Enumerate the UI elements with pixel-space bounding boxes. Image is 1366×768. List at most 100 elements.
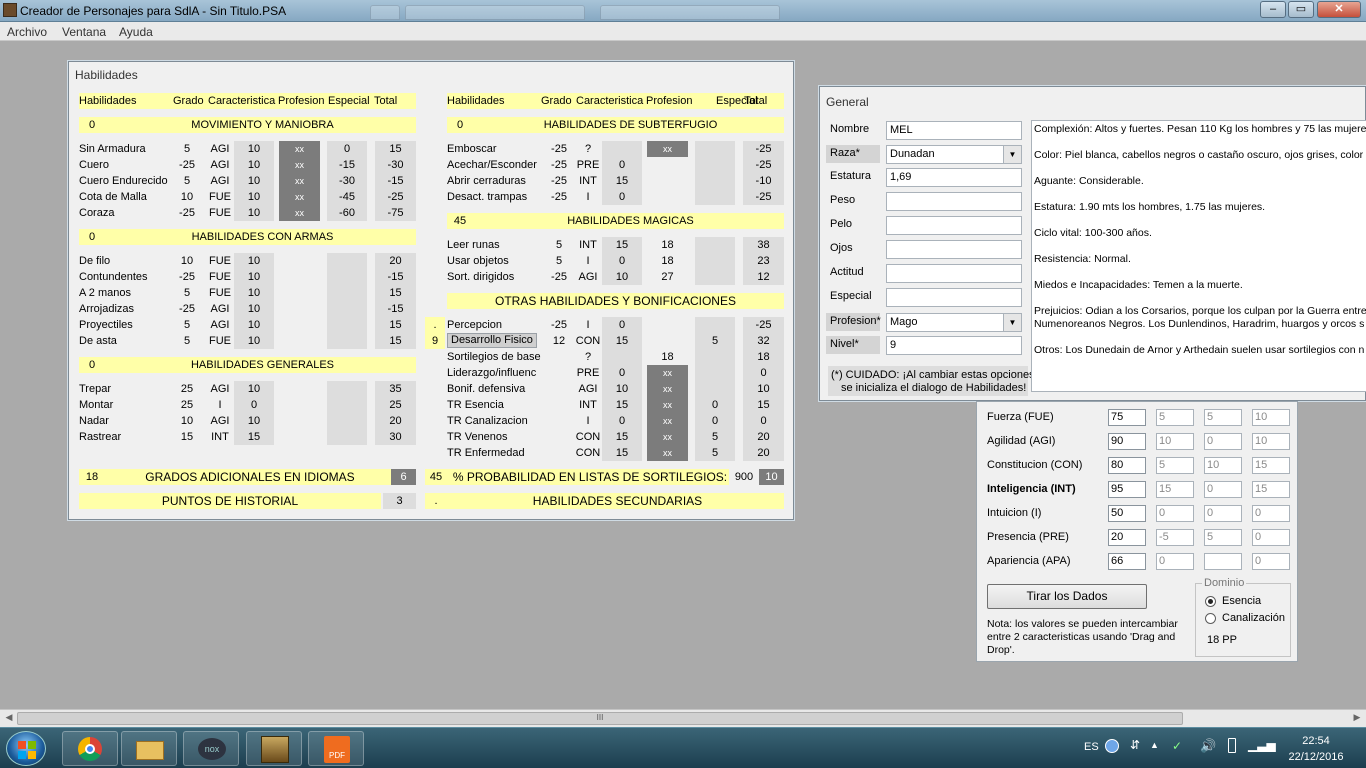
- skill-grade[interactable]: -25: [545, 157, 573, 173]
- skill-grade[interactable]: [545, 429, 573, 445]
- language-indicator[interactable]: ES: [1084, 741, 1099, 753]
- menu-ayuda[interactable]: Ayuda: [119, 25, 153, 39]
- title-bar: Creador de Personajes para SdlA - Sin Ti…: [0, 0, 1366, 22]
- skill-grade[interactable]: -25: [173, 269, 201, 285]
- skill-grade[interactable]: 5: [173, 317, 201, 333]
- skill-characteristic: FUE: [209, 255, 231, 267]
- field-especial-input[interactable]: [886, 288, 1022, 307]
- skill-name[interactable]: Desarrollo Fisico: [447, 333, 537, 348]
- stat-value-input[interactable]: 66: [1108, 553, 1146, 570]
- clock-time[interactable]: 22:54: [1285, 735, 1347, 747]
- description-line: Otros: Los Dunedain de Arnor y Arthedain…: [1034, 344, 1365, 356]
- skill-profesion: 0: [618, 255, 626, 267]
- skill-profesion: 10: [247, 383, 261, 395]
- help-icon[interactable]: [1105, 739, 1119, 753]
- volume-icon[interactable]: 🔊: [1200, 738, 1216, 754]
- skill-characteristic: PRE: [576, 367, 600, 379]
- restore-button[interactable]: ▭: [1288, 1, 1314, 18]
- stat-value-input[interactable]: 75: [1108, 409, 1146, 426]
- skill-grade[interactable]: 10: [173, 413, 201, 429]
- updown-icon[interactable]: ⇵: [1130, 738, 1140, 752]
- chrome-icon[interactable]: [62, 731, 118, 766]
- field-pelo-input[interactable]: [886, 216, 1022, 235]
- game-icon[interactable]: [246, 731, 302, 766]
- skill-grade[interactable]: 5: [173, 173, 201, 189]
- scroll-right-arrow[interactable]: ▶: [1350, 712, 1364, 723]
- skill-grade[interactable]: -25: [545, 269, 573, 285]
- column-header: Habilidades: [447, 95, 505, 107]
- skill-name: Nadar: [79, 415, 109, 427]
- taskbar: nox PDF ES ⇵ ▲ ✓ 🔊 ▁▃▅ 22:54 22/12/2016: [0, 727, 1366, 768]
- canalizacion-radio[interactable]: [1205, 613, 1216, 624]
- horizontal-scrollbar[interactable]: ◀ III ▶: [0, 709, 1366, 727]
- clock-date[interactable]: 22/12/2016: [1285, 751, 1347, 763]
- stat-value-input[interactable]: 20: [1108, 529, 1146, 546]
- field-estatura-input[interactable]: 1,69: [886, 168, 1022, 187]
- skill-grade[interactable]: -25: [545, 173, 573, 189]
- skill-grade[interactable]: -25: [545, 317, 573, 333]
- skill-grade[interactable]: 15: [173, 429, 201, 445]
- skill-grade[interactable]: [545, 381, 573, 397]
- skill-grade[interactable]: 5: [173, 141, 201, 157]
- nox-icon[interactable]: nox: [183, 731, 239, 766]
- skill-grade[interactable]: [545, 365, 573, 381]
- otras-side-count: 9: [431, 335, 439, 347]
- skill-grade[interactable]: -25: [173, 301, 201, 317]
- skill-grade[interactable]: -25: [173, 157, 201, 173]
- field-raza-select[interactable]: Dunadan: [886, 145, 1022, 164]
- stat-value-input[interactable]: 95: [1108, 481, 1146, 498]
- skill-grade[interactable]: 5: [545, 237, 573, 253]
- stat-label: Constitucion (CON): [987, 459, 1083, 471]
- skill-name: Abrir cerraduras: [447, 175, 526, 187]
- skill-especial: [695, 269, 735, 285]
- skill-grade[interactable]: 25: [173, 397, 201, 413]
- field-peso-input[interactable]: [886, 192, 1022, 211]
- canalizacion-label[interactable]: Canalización: [1222, 611, 1285, 625]
- skill-grade[interactable]: 12: [545, 333, 573, 349]
- skill-profesion: 10: [615, 383, 629, 395]
- skill-grade[interactable]: 10: [173, 253, 201, 269]
- skill-grade[interactable]: 10: [173, 189, 201, 205]
- skill-grade[interactable]: -25: [173, 205, 201, 221]
- signal-icon[interactable]: ▁▃▅: [1248, 738, 1276, 752]
- skill-grade[interactable]: [545, 349, 573, 365]
- start-button[interactable]: [6, 731, 46, 766]
- field-ojos-input[interactable]: [886, 240, 1022, 259]
- skill-grade[interactable]: 5: [545, 253, 573, 269]
- field-profesion-select[interactable]: Mago: [886, 313, 1022, 332]
- field-nivel-input[interactable]: 9: [886, 336, 1022, 355]
- scroll-left-arrow[interactable]: ◀: [2, 712, 16, 723]
- stat-value-input[interactable]: 80: [1108, 457, 1146, 474]
- minimize-button[interactable]: –: [1260, 1, 1286, 18]
- stat-value-input[interactable]: 50: [1108, 505, 1146, 522]
- windows-logo-icon: [18, 751, 26, 759]
- skill-grade[interactable]: -25: [545, 141, 573, 157]
- pdf-icon[interactable]: PDF: [308, 731, 364, 766]
- skill-grade[interactable]: [545, 445, 573, 461]
- stat-value-input[interactable]: 90: [1108, 433, 1146, 450]
- battery-icon[interactable]: [1228, 738, 1236, 753]
- menu-archivo[interactable]: Archivo: [7, 25, 47, 39]
- stat-modifier: 5: [1156, 409, 1194, 426]
- skill-grade[interactable]: 25: [173, 381, 201, 397]
- network-activity-icon[interactable]: ✓: [1172, 739, 1182, 753]
- raza-dropdown-arrow[interactable]: ▼: [1003, 146, 1021, 163]
- field-nombre-input[interactable]: MEL: [886, 121, 1022, 140]
- menu-ventana[interactable]: Ventana: [62, 25, 106, 39]
- skill-total: -30: [387, 159, 404, 171]
- field-actitud-input[interactable]: [886, 264, 1022, 283]
- esencia-label[interactable]: Esencia: [1222, 594, 1261, 608]
- scroll-thumb[interactable]: III: [17, 712, 1183, 725]
- file-explorer-icon[interactable]: [121, 731, 177, 766]
- skill-especial: 0: [711, 399, 719, 411]
- skill-grade[interactable]: [545, 413, 573, 429]
- close-button[interactable]: ✕: [1317, 1, 1361, 18]
- skill-grade[interactable]: [545, 397, 573, 413]
- roll-dice-button[interactable]: Tirar los Dados: [987, 584, 1147, 609]
- profesion-dropdown-arrow[interactable]: ▼: [1003, 314, 1021, 331]
- skill-grade[interactable]: 5: [173, 333, 201, 349]
- skill-grade[interactable]: -25: [545, 189, 573, 205]
- esencia-radio[interactable]: [1205, 596, 1216, 607]
- show-hidden-icons[interactable]: ▲: [1150, 740, 1159, 750]
- skill-grade[interactable]: 5: [173, 285, 201, 301]
